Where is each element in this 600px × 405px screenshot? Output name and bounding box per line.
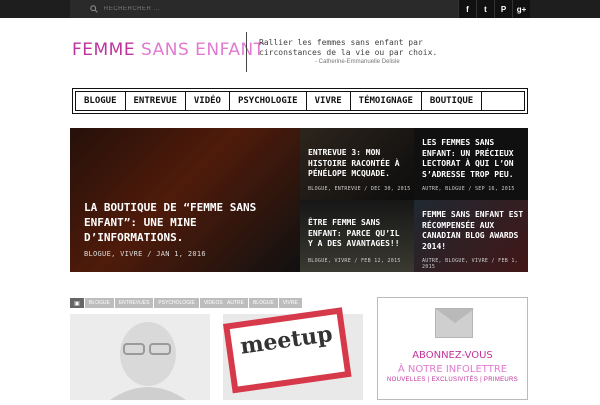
- meetup-text: meetup: [238, 321, 335, 360]
- nav-item-blogue[interactable]: BLOGUE: [76, 92, 126, 110]
- post-2-thumbnail[interactable]: meetup: [223, 307, 363, 400]
- facebook-icon[interactable]: f: [458, 0, 476, 18]
- newsletter-title: ABONNEZ-VOUS: [412, 350, 493, 361]
- newsletter-widget[interactable]: ABONNEZ-VOUS À NOTRE INFOLETTRE NOUVELLE…: [377, 297, 528, 400]
- search-input[interactable]: [104, 4, 224, 14]
- featured-card-3[interactable]: ÊTRE FEMME SANS ENFANT: PARCE QU’IL Y A …: [300, 200, 414, 272]
- featured-main-title: LA BOUTIQUE DE “FEMME SANS ENFANT”: UNE …: [84, 201, 257, 244]
- top-bar-inner: f t P g+: [70, 0, 530, 18]
- search-box: [90, 4, 224, 14]
- nav-item-temoignage[interactable]: TÉMOIGNAGE: [351, 92, 422, 110]
- post-1-thumbnail[interactable]: [70, 314, 210, 400]
- card-2-title: LES FEMMES SANS ENFANT: UN PRÉCIEUX LECT…: [422, 138, 514, 179]
- twitter-icon[interactable]: t: [476, 0, 494, 18]
- card-3-title: ÊTRE FEMME SANS ENFANT: PARCE QU’IL Y A …: [308, 218, 400, 248]
- newsletter-meta: NOUVELLES | EXCLUSIVITÉS | PRIMEURS: [387, 377, 518, 383]
- logo-part1: FEMME: [72, 40, 136, 60]
- card-1-meta: BLOGUE, ENTREVUE / DEC 30, 2015: [308, 186, 411, 192]
- video-icon: ▣: [70, 298, 84, 308]
- nav-item-vivre[interactable]: VIVRE: [307, 92, 351, 110]
- post-1-tag[interactable]: ENTREVUES: [114, 298, 154, 308]
- post-2-tag[interactable]: VIVRE: [278, 298, 302, 308]
- google-plus-icon[interactable]: g+: [512, 0, 530, 18]
- card-1-title: ENTREVUE 3: MON HISTOIRE RACONTÉE À PÉNÉ…: [308, 148, 400, 178]
- card-3-meta: BLOGUE, VIVRE / FEB 12, 2015: [308, 258, 401, 264]
- nav-item-video[interactable]: VIDÉO: [186, 92, 230, 110]
- post-1-categories: ▣ BLOGUE ENTREVUES PSYCHOLOGIE VIDEOS: [70, 298, 227, 308]
- card-4-title: FEMME SANS ENFANT EST RÉCOMPENSÉE AUX CA…: [422, 210, 524, 251]
- post-1-tag[interactable]: PSYCHOLOGIE: [154, 298, 199, 308]
- post-1-tag[interactable]: BLOGUE: [85, 298, 114, 308]
- social-links: f t P g+: [458, 0, 530, 18]
- newsletter-subtitle: À NOTRE INFOLETTRE: [397, 364, 508, 375]
- site-logo[interactable]: FEMME SANS ENFANT: [72, 40, 265, 60]
- card-2-meta: AUTRE, BLOGUE / SEP 16, 2015: [422, 186, 515, 192]
- header-divider: [246, 32, 247, 72]
- site-tagline: Rallier les femmes sans enfant par circo…: [259, 38, 438, 57]
- post-2-tag[interactable]: BLOGUE: [248, 298, 278, 308]
- featured-card-1[interactable]: ENTREVUE 3: MON HISTOIRE RACONTÉE À PÉNÉ…: [300, 128, 414, 200]
- featured-card-2[interactable]: LES FEMMES SANS ENFANT: UN PRÉCIEUX LECT…: [414, 128, 528, 200]
- tagline-attribution: - Catherine-Emmanuelle Delisle: [315, 59, 400, 65]
- post-2-tag[interactable]: AUTRE: [223, 298, 248, 308]
- top-bar: f t P g+: [0, 0, 600, 18]
- meetup-sign-image: meetup: [223, 307, 352, 394]
- nav-item-psychologie[interactable]: PSYCHOLOGIE: [230, 92, 307, 110]
- post-2-categories: AUTRE BLOGUE VIVRE: [223, 298, 302, 308]
- nav-item-boutique[interactable]: BOUTIQUE: [422, 92, 483, 110]
- search-icon: [90, 5, 98, 13]
- envelope-icon: [435, 308, 474, 338]
- main-nav: BLOGUE ENTREVUE VIDÉO PSYCHOLOGIE VIVRE …: [72, 88, 528, 114]
- nav-item-entrevue[interactable]: ENTREVUE: [126, 92, 186, 110]
- featured-main-post[interactable]: LA BOUTIQUE DE “FEMME SANS ENFANT”: UNE …: [70, 128, 300, 272]
- pinterest-icon[interactable]: P: [494, 0, 512, 18]
- featured-main-meta: BLOGUE, VIVRE / JAN 1, 2016: [84, 250, 206, 258]
- portrait-image: [110, 322, 186, 400]
- card-4-meta: AUTRE, BLOGUE, VIVRE / FEB 1, 2015: [422, 258, 518, 270]
- featured-card-4[interactable]: FEMME SANS ENFANT EST RÉCOMPENSÉE AUX CA…: [414, 200, 528, 272]
